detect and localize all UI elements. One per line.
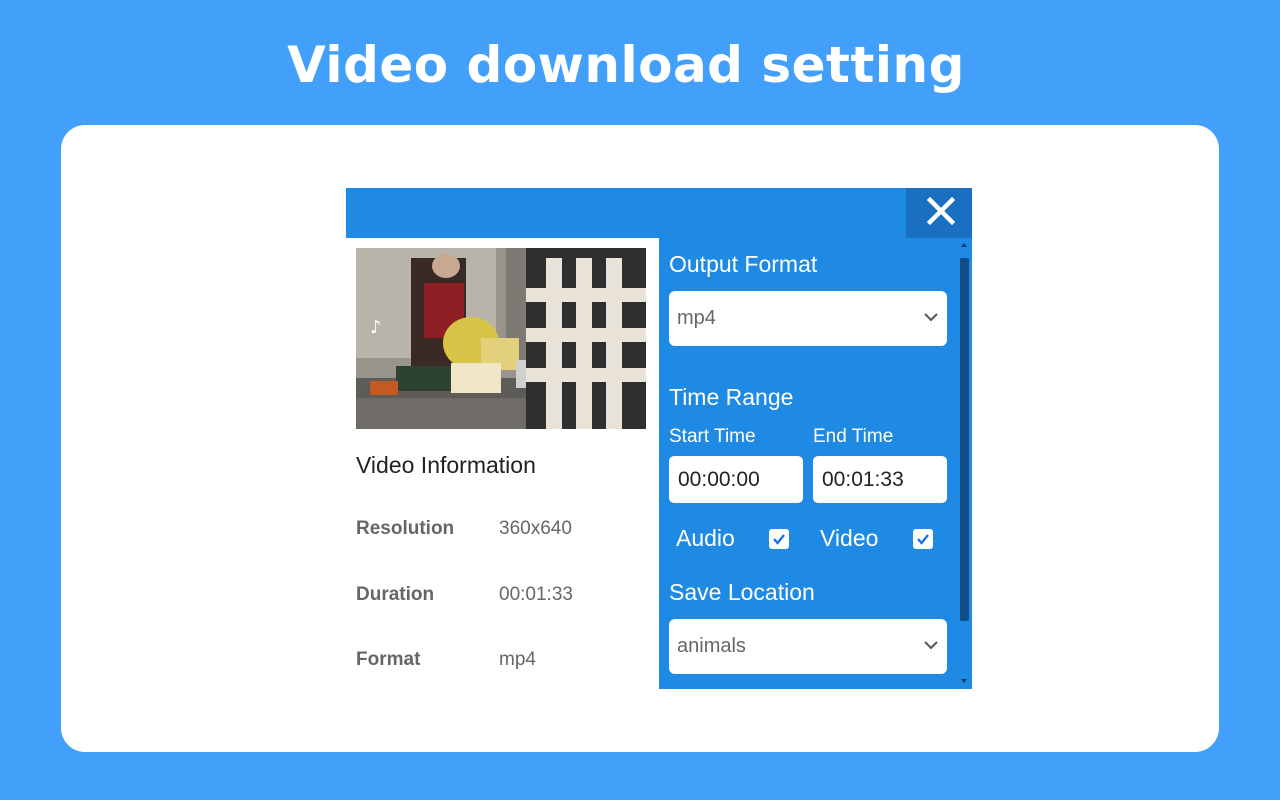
output-format-label: Output Format: [669, 251, 818, 277]
video-checkbox[interactable]: [913, 529, 933, 549]
info-value: mp4: [499, 649, 536, 670]
info-value: 360x640: [499, 518, 572, 539]
save-location-value: animals: [677, 635, 746, 657]
page-title: Video download setting: [287, 36, 965, 94]
info-label: Format: [356, 649, 421, 670]
video-info-panel: ♪ Video Information Resolution 360x640 D…: [346, 238, 659, 689]
chevron-down-icon: [924, 641, 938, 650]
scrollbar-thumb[interactable]: [960, 258, 969, 621]
end-time-label: End Time: [813, 426, 894, 447]
start-time-input[interactable]: [669, 456, 803, 503]
end-time-input[interactable]: [813, 456, 947, 503]
save-location-select[interactable]: animals: [669, 619, 947, 674]
video-label: Video: [820, 525, 879, 551]
settings-panel: Output Format mp4 Time Range Start Time …: [659, 238, 972, 689]
output-format-select[interactable]: mp4: [669, 291, 947, 346]
scroll-up-icon[interactable]: [961, 243, 967, 247]
checkmark-icon: [773, 534, 785, 545]
close-icon: [926, 196, 956, 226]
chevron-down-icon: [924, 313, 938, 322]
time-range-label: Time Range: [669, 384, 794, 410]
svg-text:♪: ♪: [370, 317, 382, 338]
audio-checkbox[interactable]: [769, 529, 789, 549]
checkmark-icon: [917, 534, 929, 545]
dialog-header: [346, 188, 972, 238]
info-label: Resolution: [356, 518, 455, 539]
close-button[interactable]: [906, 188, 972, 238]
scroll-down-icon[interactable]: [961, 679, 967, 683]
info-label: Duration: [356, 584, 435, 605]
save-location-label: Save Location: [669, 579, 815, 605]
video-thumbnail: ♪: [356, 248, 646, 429]
info-value: 00:01:33: [499, 584, 573, 605]
download-settings-dialog: ♪ Video Information Resolution 360x640 D…: [346, 188, 972, 689]
audio-label: Audio: [676, 525, 735, 551]
video-info-heading: Video Information: [356, 452, 536, 478]
start-time-label: Start Time: [669, 426, 756, 447]
settings-scrollbar[interactable]: [957, 238, 972, 689]
output-format-value: mp4: [677, 307, 716, 329]
